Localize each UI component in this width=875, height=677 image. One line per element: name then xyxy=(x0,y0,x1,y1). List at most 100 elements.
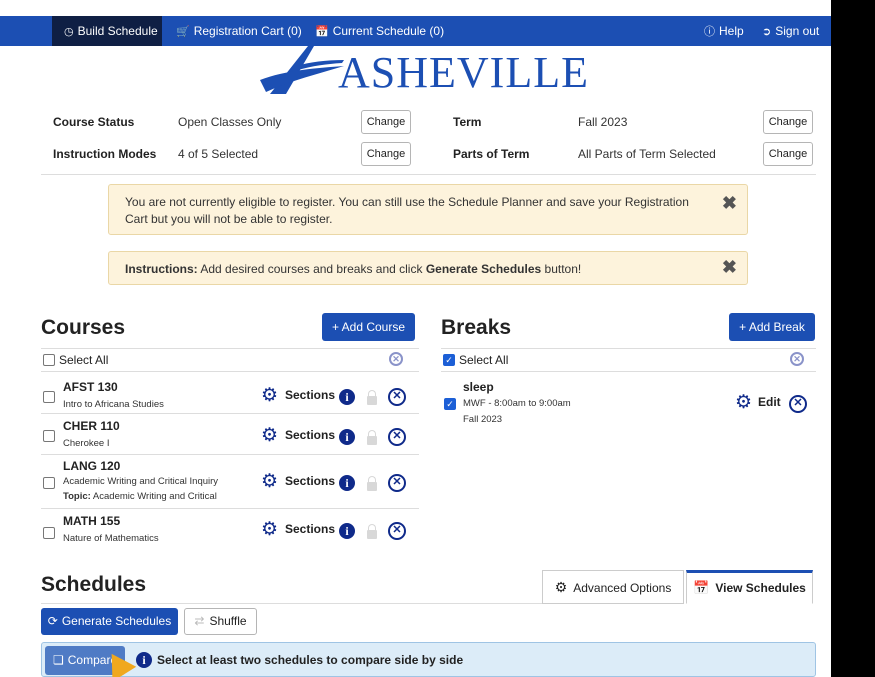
select-all-courses-checkbox[interactable] xyxy=(43,354,55,366)
course-code: CHER 110 xyxy=(63,419,120,433)
generate-schedules-button[interactable]: ⟳ Generate Schedules xyxy=(41,608,178,635)
cart-icon: 🛒 xyxy=(176,26,190,38)
nav-build-schedule-label: Build Schedule xyxy=(77,24,158,38)
course-checkbox[interactable] xyxy=(43,527,55,539)
remove-course-icon[interactable]: ✕ xyxy=(388,522,406,540)
remove-all-courses-icon[interactable]: ✕ xyxy=(389,352,403,366)
tab-advanced-options[interactable]: ⚙ Advanced Options xyxy=(542,570,684,604)
nav-registration-cart[interactable]: 🛒 Registration Cart (0) xyxy=(176,16,302,46)
sections-button[interactable]: Sections xyxy=(285,474,335,488)
course-status-value: Open Classes Only xyxy=(178,115,282,129)
nav-registration-cart-label: Registration Cart (0) xyxy=(193,24,302,38)
divider xyxy=(41,603,542,604)
lock-icon[interactable] xyxy=(367,390,377,405)
divider xyxy=(441,348,816,349)
sections-button[interactable]: Sections xyxy=(285,388,335,402)
sign-out-icon: ➲ xyxy=(762,26,772,38)
divider xyxy=(441,371,816,372)
course-topic-value: Academic Writing and Critical xyxy=(90,491,217,502)
term-label: Term xyxy=(453,115,482,129)
generate-schedules-label: Generate Schedules xyxy=(61,614,172,628)
info-icon[interactable]: i xyxy=(339,523,355,539)
tab-advanced-options-label: Advanced Options xyxy=(573,581,672,595)
change-parts-of-term-button[interactable]: Change xyxy=(763,142,813,166)
nav-sign-out-label: Sign out xyxy=(775,24,820,38)
divider xyxy=(41,454,419,455)
remove-all-breaks-icon[interactable]: ✕ xyxy=(790,352,804,366)
course-topic-label: Topic: xyxy=(63,491,91,502)
nav-help[interactable]: ⓘ Help xyxy=(704,16,744,46)
select-all-breaks-label: Select All xyxy=(459,353,509,367)
instructions-text: Add desired courses and breaks and click xyxy=(197,262,426,276)
gear-icon[interactable]: ⚙ xyxy=(261,426,278,445)
course-code: LANG 120 xyxy=(63,459,121,473)
compare-hint: Select at least two schedules to compare… xyxy=(157,653,464,667)
course-name: Cherokee I xyxy=(63,438,110,449)
add-break-button[interactable]: + Add Break xyxy=(729,313,815,341)
eligibility-alert: You are not currently eligible to regist… xyxy=(108,184,748,235)
divider xyxy=(41,348,419,349)
instructions-button-name: Generate Schedules xyxy=(425,262,542,276)
info-icon[interactable]: i xyxy=(339,475,355,491)
info-icon[interactable]: i xyxy=(339,429,355,445)
term-value: Fall 2023 xyxy=(578,115,628,129)
lock-icon[interactable] xyxy=(367,476,377,491)
info-icon: i xyxy=(136,652,152,668)
nav-help-label: Help xyxy=(719,24,744,38)
course-name: Nature of Mathematics xyxy=(63,533,159,544)
select-all-courses-label: Select All xyxy=(59,353,109,367)
course-checkbox[interactable] xyxy=(43,477,55,489)
instruction-modes-label: Instruction Modes xyxy=(53,147,157,161)
course-status-label: Course Status xyxy=(53,115,135,129)
university-logo: ASHEVILLE xyxy=(256,44,588,96)
gear-icon[interactable]: ⚙ xyxy=(735,393,752,412)
shuffle-button[interactable]: ⇄ Shuffle xyxy=(184,608,257,635)
gear-icon[interactable]: ⚙ xyxy=(261,386,278,405)
nav-current-schedule-label: Current Schedule (0) xyxy=(332,24,445,38)
nav-current-schedule[interactable]: 📅 Current Schedule (0) xyxy=(315,16,444,46)
lock-icon[interactable] xyxy=(367,430,377,445)
course-code: AFST 130 xyxy=(63,380,118,394)
select-all-breaks-checkbox[interactable]: ✓ xyxy=(443,354,455,366)
close-icon[interactable]: ✖ xyxy=(722,258,737,276)
change-term-button[interactable]: Change xyxy=(763,110,813,134)
course-checkbox[interactable] xyxy=(43,430,55,442)
course-code: MATH 155 xyxy=(63,514,121,528)
break-checkbox[interactable]: ✓ xyxy=(444,398,456,410)
break-name: sleep xyxy=(463,380,494,394)
tab-view-schedules[interactable]: 📅 View Schedules xyxy=(686,570,813,604)
course-name: Intro to Africana Studies xyxy=(63,399,164,410)
info-icon[interactable]: i xyxy=(339,389,355,405)
course-topic: Topic: Academic Writing and Critical xyxy=(63,491,217,502)
nav-build-schedule[interactable]: ◷ Build Schedule xyxy=(52,16,162,46)
sections-button[interactable]: Sections xyxy=(285,428,335,442)
add-course-button[interactable]: + Add Course xyxy=(322,313,415,341)
sections-button[interactable]: Sections xyxy=(285,522,335,536)
remove-course-icon[interactable]: ✕ xyxy=(388,388,406,406)
calendar-icon: 📅 xyxy=(693,580,710,595)
refresh-icon: ⟳ xyxy=(47,614,58,628)
gears-icon: ⚙ xyxy=(554,579,568,595)
close-icon[interactable]: ✖ xyxy=(722,194,737,212)
change-course-status-button[interactable]: Change xyxy=(361,110,411,134)
shuffle-icon: ⇄ xyxy=(194,614,205,628)
parts-of-term-value: All Parts of Term Selected xyxy=(578,147,716,161)
gear-icon[interactable]: ⚙ xyxy=(261,520,278,539)
edit-break-button[interactable]: Edit xyxy=(758,395,781,409)
course-checkbox[interactable] xyxy=(43,391,55,403)
divider xyxy=(41,413,419,414)
nav-sign-out[interactable]: ➲ Sign out xyxy=(762,16,819,46)
break-time: MWF - 8:00am to 9:00am xyxy=(463,398,571,409)
compare-info-bar: ❏ Compare i Select at least two schedules… xyxy=(41,642,816,677)
divider xyxy=(41,508,419,509)
breaks-heading: Breaks xyxy=(441,316,512,339)
remove-course-icon[interactable]: ✕ xyxy=(388,428,406,446)
lock-icon[interactable] xyxy=(367,524,377,539)
remove-break-icon[interactable]: ✕ xyxy=(789,395,807,413)
shuffle-label: Shuffle xyxy=(209,614,247,628)
change-instruction-modes-button[interactable]: Change xyxy=(361,142,411,166)
divider xyxy=(41,174,816,175)
schedules-heading: Schedules xyxy=(41,573,147,596)
gear-icon[interactable]: ⚙ xyxy=(261,472,278,491)
remove-course-icon[interactable]: ✕ xyxy=(388,474,406,492)
